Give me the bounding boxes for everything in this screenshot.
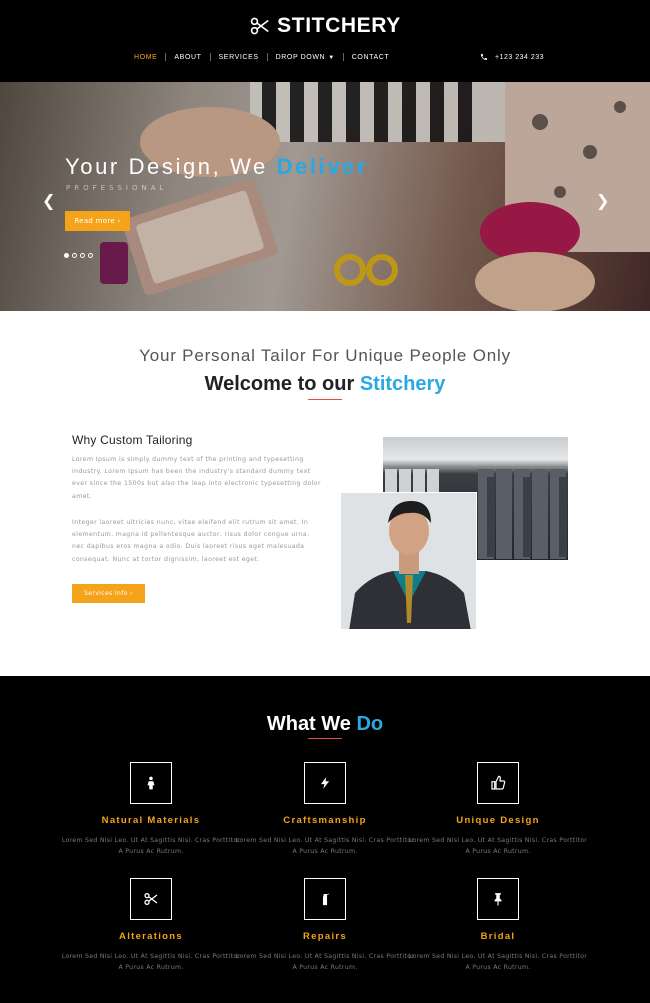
service-desc: Lorem Sed Nisi Leo. Ut At Sagittis Nisi.… [235, 837, 415, 855]
service-name: Bridal [480, 931, 516, 942]
hero-read-more-button[interactable]: Read more › [65, 211, 130, 231]
scissors-icon [144, 893, 158, 905]
slider-dots [64, 253, 93, 258]
about-section: Your Personal Tailor For Unique People O… [0, 311, 650, 676]
service-icon-box [477, 878, 519, 920]
service-desc: Lorem Sed Nisi Leo. Ut At Sagittis Nisi.… [61, 837, 241, 855]
about-title-text: Welcome to our [204, 373, 355, 395]
service-name: Repairs [303, 931, 347, 942]
phone-number: +123 234 233 [495, 53, 545, 61]
service-desc: Lorem Sed Nisi Leo. Ut At Sagittis Nisi.… [408, 953, 588, 971]
title-divider [308, 399, 342, 400]
hero-slider: Your Design, We Deliver Professional Rea… [0, 82, 650, 311]
services-title: What We Do [0, 713, 650, 736]
hero-title-accent: Deliver [276, 154, 369, 179]
main-nav: HOME ABOUT SERVICES DROP DOWN ▼ CONTACT [126, 53, 397, 61]
hero-background-image [0, 82, 650, 311]
service-icon-box [477, 762, 519, 804]
service-name: Natural Materials [101, 815, 201, 826]
about-subheading: Why Custom Tailoring [72, 433, 193, 447]
service-desc: Lorem Sed Nisi Leo. Ut At Sagittis Nisi.… [408, 837, 588, 855]
person-icon [147, 776, 155, 790]
phone-icon [481, 54, 487, 60]
title-divider [308, 738, 342, 739]
header-phone[interactable]: +123 234 233 [480, 53, 544, 61]
service-craftsmanship[interactable]: Craftsmanship Lorem Sed Nisi Leo. Ut At … [235, 762, 415, 857]
slide-dot[interactable] [80, 253, 85, 258]
about-paragraph: Integer laoreet ultricies nunc, vitae el… [72, 519, 310, 563]
about-tagline: Your Personal Tailor For Unique People O… [139, 346, 511, 365]
nav-about[interactable]: ABOUT [166, 54, 209, 61]
slide-dot[interactable] [72, 253, 77, 258]
service-icon-box [130, 762, 172, 804]
services-title-text: What We [266, 713, 351, 735]
next-slide-arrow-icon[interactable]: ❯ [596, 191, 609, 210]
about-paragraph: Lorem Ipsum is simply dummy text of the … [72, 456, 321, 500]
services-title-accent: Do [356, 713, 384, 735]
hero-subtitle: Professional [66, 184, 168, 192]
slide-dot[interactable] [88, 253, 93, 258]
service-icon-box [130, 878, 172, 920]
service-bridal[interactable]: Bridal Lorem Sed Nisi Leo. Ut At Sagitti… [408, 878, 588, 973]
service-icon-box [304, 878, 346, 920]
nav-dropdown-label: DROP DOWN [275, 53, 326, 61]
service-natural-materials[interactable]: Natural Materials Lorem Sed Nisi Leo. Ut… [61, 762, 241, 857]
pushpin-icon [494, 893, 502, 906]
thumbs-up-icon [491, 775, 506, 790]
logo[interactable]: STITCHERY [0, 14, 650, 41]
service-name: Unique Design [456, 815, 540, 826]
services-section: What We Do Natural Materials Lorem Sed N… [0, 676, 650, 1003]
scissors-icon [250, 17, 269, 35]
about-title-accent: Stitchery [359, 373, 446, 395]
service-unique-design[interactable]: Unique Design Lorem Sed Nisi Leo. Ut At … [408, 762, 588, 857]
fire-extinguisher-icon [322, 893, 330, 906]
slide-dot[interactable] [64, 253, 69, 258]
nav-contact[interactable]: CONTACT [344, 54, 398, 61]
service-icon-box [304, 762, 346, 804]
nav-home[interactable]: HOME [126, 54, 165, 61]
service-desc: Lorem Sed Nisi Leo. Ut At Sagittis Nisi.… [235, 953, 415, 971]
about-title: Welcome to our Stitchery [0, 373, 650, 396]
tailored-man-image [340, 492, 477, 630]
nav-dropdown[interactable]: DROP DOWN ▼ [268, 54, 343, 61]
site-header: STITCHERY HOME ABOUT SERVICES DROP DOWN ▼… [0, 0, 650, 82]
hero-title: Your Design, We Deliver [65, 154, 368, 180]
service-name: Alterations [119, 931, 183, 942]
service-alterations[interactable]: Alterations Lorem Sed Nisi Leo. Ut At Sa… [61, 878, 241, 973]
services-info-button[interactable]: Services Info › [72, 584, 145, 603]
service-repairs[interactable]: Repairs Lorem Sed Nisi Leo. Ut At Sagitt… [235, 878, 415, 973]
nav-services[interactable]: SERVICES [211, 54, 267, 61]
service-desc: Lorem Sed Nisi Leo. Ut At Sagittis Nisi.… [61, 953, 241, 971]
service-name: Craftsmanship [283, 815, 367, 826]
prev-slide-arrow-icon[interactable]: ❮ [42, 191, 55, 210]
hero-title-text: Your Design, We [65, 154, 268, 179]
caret-down-icon: ▼ [328, 54, 335, 61]
tailored-man-drawing [341, 493, 476, 629]
brand-name: STITCHERY [277, 14, 401, 37]
bolt-icon [320, 777, 330, 789]
